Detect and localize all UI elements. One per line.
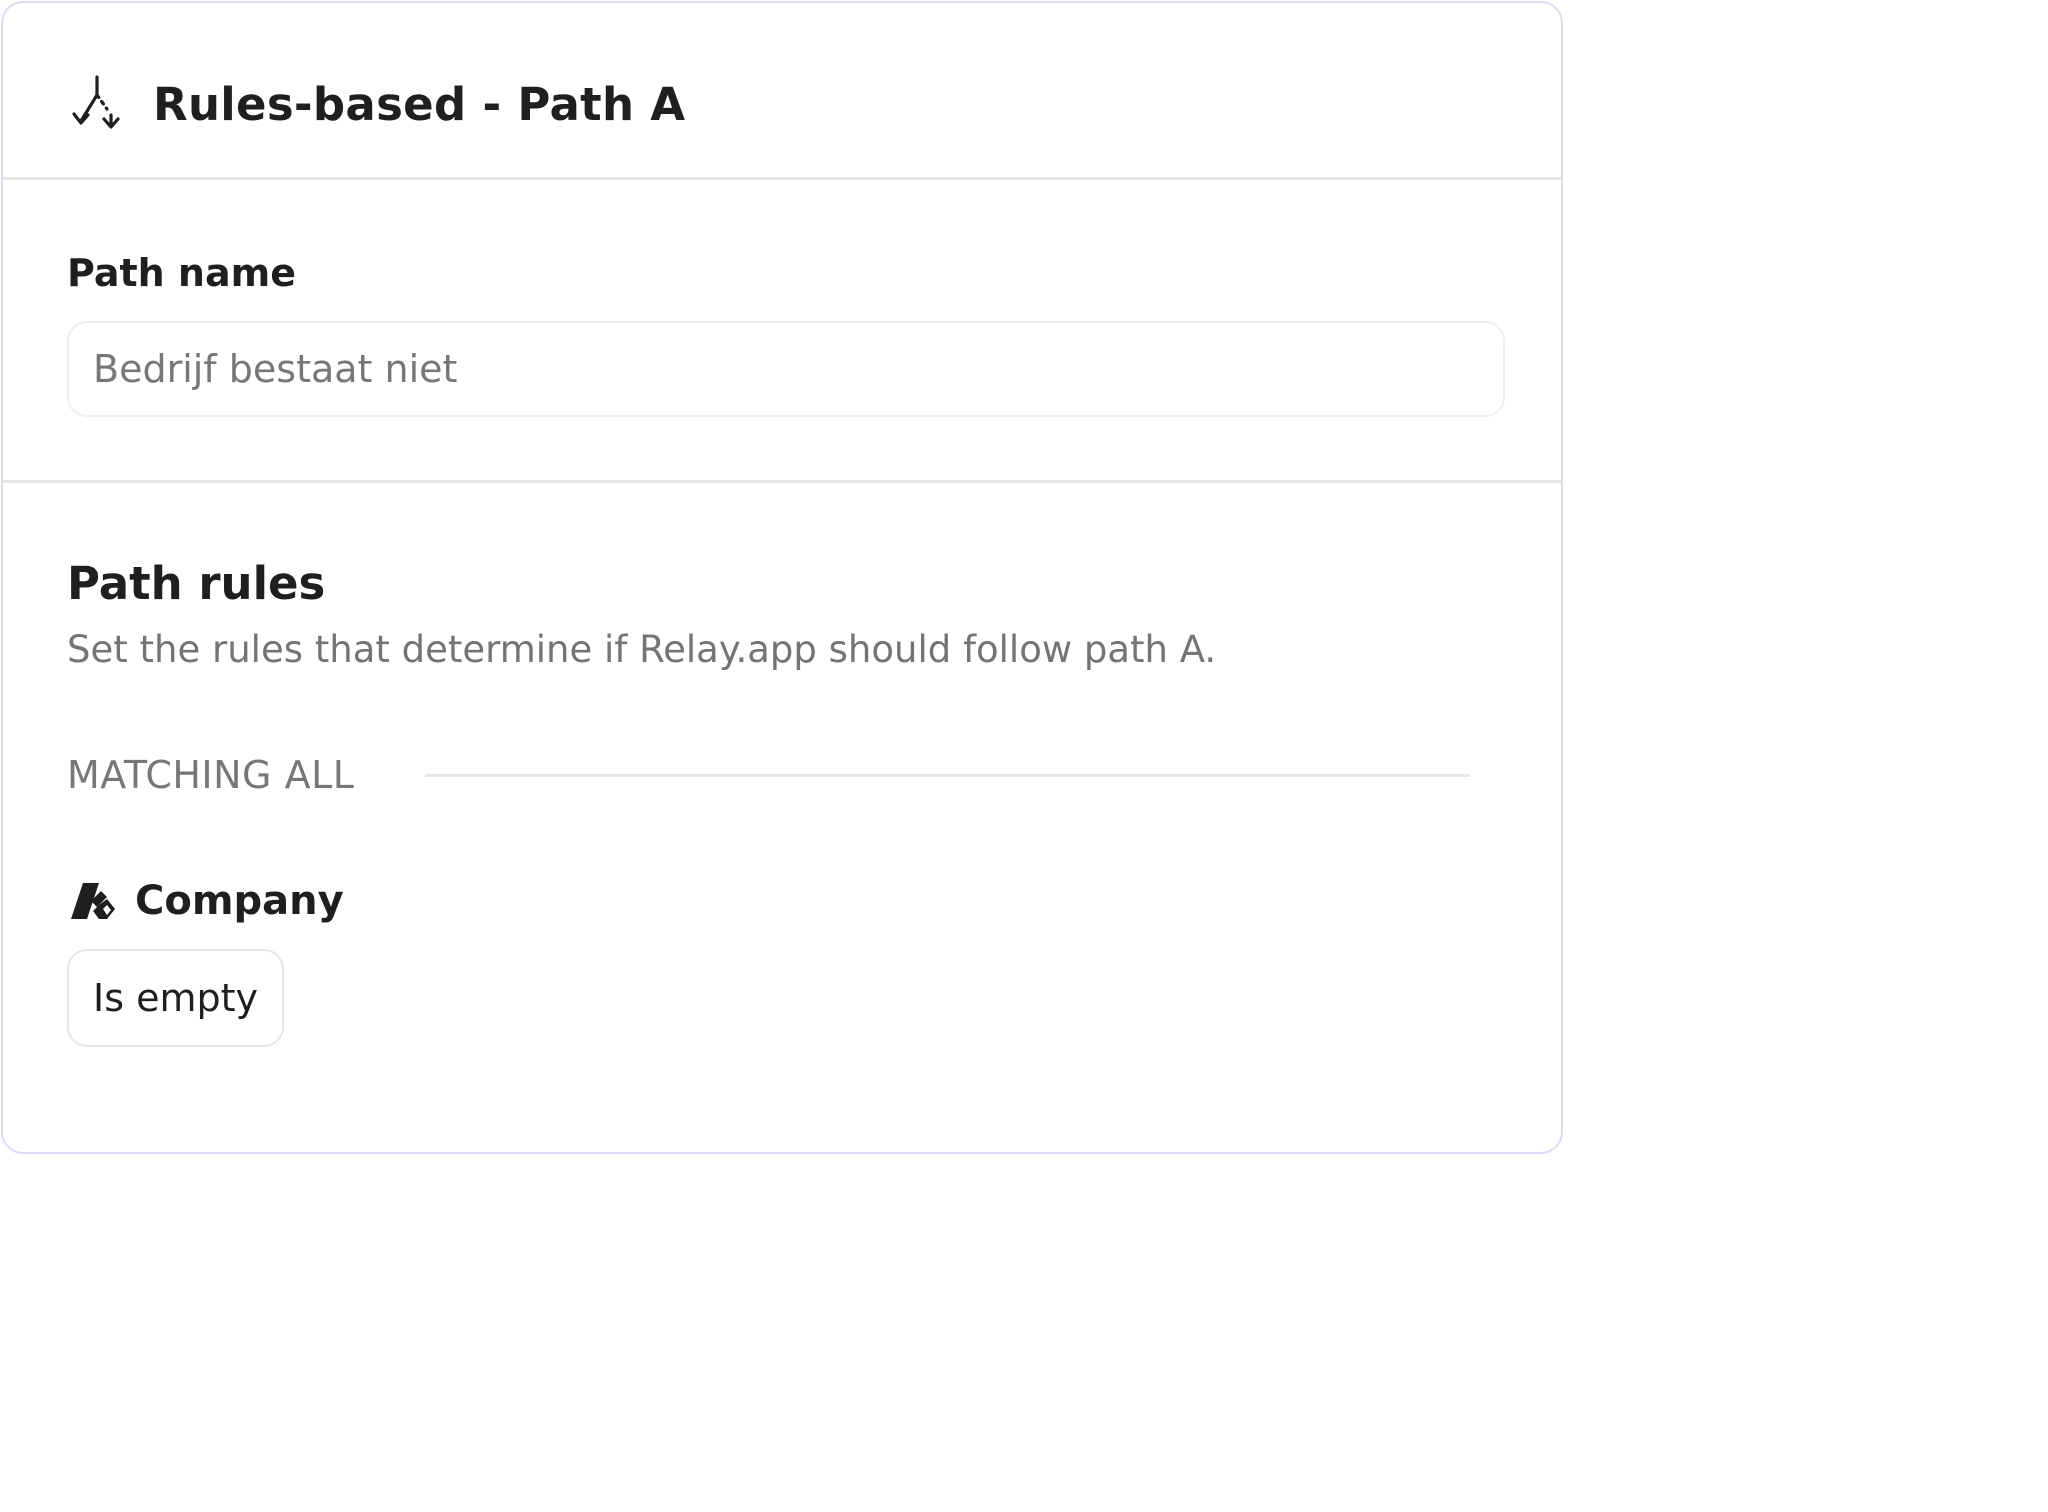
path-rules-title: Path rules bbox=[67, 557, 326, 610]
hubspot-company-icon bbox=[71, 883, 115, 919]
path-name-section: Path name bbox=[3, 180, 1561, 483]
panel-header: Rules-based - Path A bbox=[3, 3, 1561, 180]
rule-condition-chip[interactable]: Is empty bbox=[67, 949, 284, 1047]
matching-all-label: MATCHING ALL bbox=[67, 753, 355, 797]
panel-title: Rules-based - Path A bbox=[153, 78, 686, 131]
split-path-icon bbox=[72, 75, 120, 129]
matching-divider bbox=[425, 774, 1470, 777]
path-name-label: Path name bbox=[67, 251, 296, 295]
path-name-input[interactable] bbox=[67, 321, 1505, 417]
path-settings-panel: Rules-based - Path A Path name Path rule… bbox=[1, 1, 1563, 1154]
rule-field-label: Company bbox=[135, 878, 344, 924]
path-rules-description: Set the rules that determine if Relay.ap… bbox=[67, 628, 1217, 671]
